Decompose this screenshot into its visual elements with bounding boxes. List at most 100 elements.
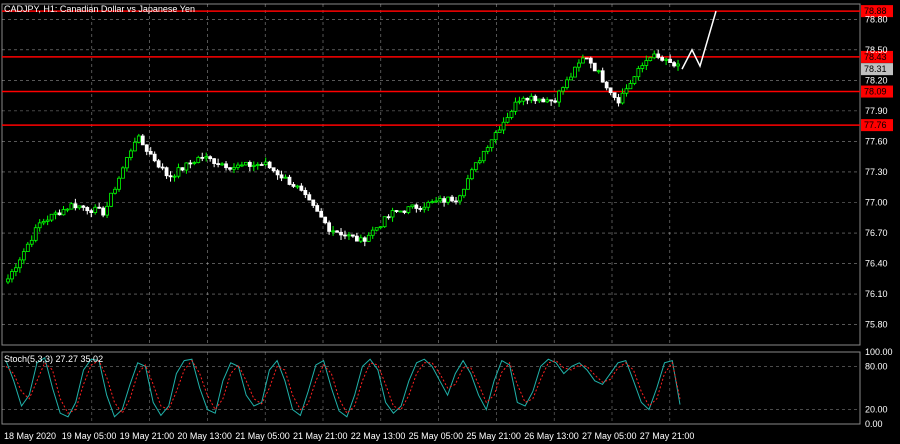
time-tick-label: 22 May 13:00 <box>351 431 406 441</box>
candle-body <box>247 161 252 167</box>
candle-body <box>232 166 236 170</box>
candle-body <box>132 141 137 152</box>
candle-body <box>584 57 589 60</box>
candle-body <box>73 203 78 209</box>
candle-body <box>180 167 185 171</box>
candle-body <box>458 195 462 202</box>
candle-body <box>410 204 415 208</box>
level-tag-label: 77.76 <box>864 120 887 130</box>
candle-body <box>140 135 145 146</box>
candle-body <box>529 95 534 101</box>
candle-body <box>315 205 320 212</box>
candle-body <box>275 170 280 176</box>
price-tick-label: 76.10 <box>865 289 888 299</box>
candle-body <box>113 188 117 194</box>
candle-body <box>588 57 593 64</box>
candle-body <box>224 163 228 169</box>
candle-body <box>6 278 10 283</box>
candle-body <box>152 153 157 162</box>
candle-body <box>212 158 217 164</box>
candle-body <box>652 53 657 59</box>
candle-body <box>454 200 458 203</box>
candle-body <box>596 70 601 73</box>
candle-body <box>434 200 439 203</box>
candle-body <box>188 162 193 165</box>
candle-body <box>164 167 169 177</box>
candle-body <box>394 210 399 212</box>
candle-body <box>648 57 653 61</box>
candle-body <box>545 99 550 103</box>
candle-body <box>600 70 605 83</box>
candle-body <box>125 157 129 169</box>
level-tag-label: 78.09 <box>864 87 887 97</box>
candle-body <box>17 259 22 269</box>
chart-title: CADJPY, H1: Canadian Dollar vs Japanese … <box>4 4 195 14</box>
candle-body <box>263 161 268 165</box>
candle-body <box>69 203 74 210</box>
candle-body <box>565 79 569 88</box>
candle-body <box>156 160 161 168</box>
price-tick-label: 77.90 <box>865 106 888 116</box>
candle-body <box>323 216 328 224</box>
candle-body <box>592 62 597 72</box>
candle-body <box>85 207 90 212</box>
candle-body <box>319 210 324 218</box>
candle-body <box>561 87 565 92</box>
candle-body <box>418 208 423 210</box>
candle-body <box>644 60 649 66</box>
candle-body <box>29 239 34 245</box>
candle-body <box>331 230 335 233</box>
candle-body <box>184 162 189 171</box>
candlesticks <box>6 49 680 285</box>
candle-body <box>192 162 197 164</box>
price-tick-label: 77.60 <box>865 136 888 146</box>
candle-body <box>660 57 665 61</box>
candle-body <box>41 221 46 224</box>
price-tick-label: 75.80 <box>865 320 888 330</box>
candle-body <box>279 174 284 179</box>
grid-lines <box>1 3 861 425</box>
candle-body <box>513 101 518 112</box>
candle-body <box>14 267 18 272</box>
time-tick-label: 21 May 05:00 <box>235 431 290 441</box>
candle-body <box>426 201 431 208</box>
candle-body <box>481 150 486 162</box>
candle-body <box>33 227 38 241</box>
candle-body <box>61 209 66 216</box>
candle-body <box>176 167 181 177</box>
candle-body <box>291 184 296 187</box>
candle-body <box>93 206 98 213</box>
candle-body <box>505 117 510 123</box>
candle-body <box>362 237 367 242</box>
candle-body <box>220 163 224 166</box>
candle-body <box>668 58 672 63</box>
candle-body <box>406 206 411 213</box>
candle-body <box>398 210 403 213</box>
time-tick-label: 20 May 13:00 <box>177 431 232 441</box>
candle-body <box>109 192 113 207</box>
candle-body <box>168 175 173 178</box>
candle-body <box>89 210 94 213</box>
time-tick-label: 21 May 21:00 <box>293 431 348 441</box>
candle-body <box>148 151 153 155</box>
candle-body <box>517 100 522 103</box>
price-chart[interactable]: 78.8878.4378.0977.7678.31 78.8078.5078.2… <box>0 0 900 444</box>
candle-body <box>311 199 316 206</box>
candle-body <box>624 88 629 94</box>
horizontal-levels[interactable]: 78.8878.4378.0977.7678.31 <box>2 5 893 132</box>
candle-body <box>366 234 371 242</box>
candle-body <box>172 175 177 178</box>
indicator-tick-label: 100.00 <box>865 347 893 357</box>
candle-body <box>287 176 292 185</box>
candle-body <box>450 196 454 202</box>
candle-body <box>25 243 30 252</box>
candle-body <box>628 83 633 90</box>
candle-body <box>208 156 213 160</box>
candle-body <box>430 201 435 203</box>
candle-body <box>469 169 474 180</box>
candle-body <box>370 229 375 236</box>
candle-body <box>216 163 220 165</box>
candle-body <box>489 139 494 148</box>
candle-body <box>343 234 347 237</box>
price-tick-label: 76.70 <box>865 228 888 238</box>
